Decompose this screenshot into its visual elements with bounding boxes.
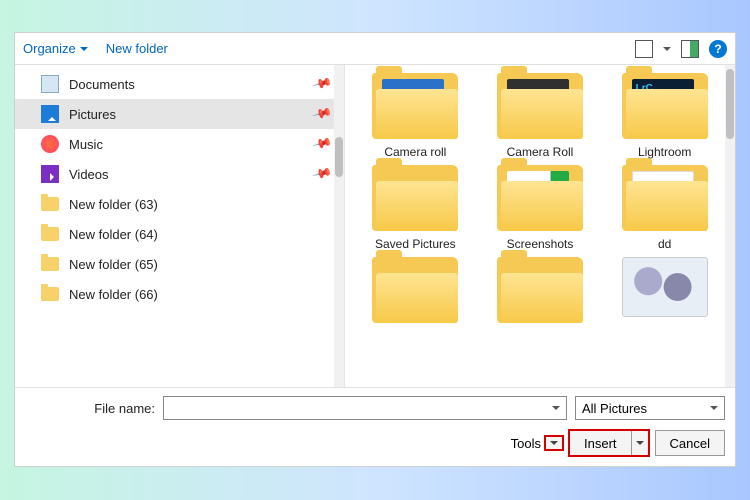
folder-item[interactable]: Lightroom [608,73,721,159]
folder-icon [41,227,59,241]
folder-icon [41,287,59,301]
folder-icon [41,257,59,271]
view-mode-button[interactable] [635,40,653,58]
folder-icon [372,257,458,323]
nav-item[interactable]: New folder (65) [15,249,344,279]
nav-item-label: Videos [69,167,109,182]
dialog-footer: File name: All Pictures Tools Insert Can… [15,387,735,466]
nav-scrollbar[interactable] [334,65,344,387]
nav-item[interactable]: New folder (63) [15,189,344,219]
pin-icon: 📌 [311,103,333,125]
item-label: Lightroom [638,145,691,159]
preview-pane-button[interactable] [681,40,699,58]
chevron-down-icon [552,406,560,414]
nav-item[interactable]: Music 📌 [15,129,344,159]
pin-icon: 📌 [311,163,333,185]
folder-item[interactable] [359,257,472,329]
filename-label: File name: [25,401,155,416]
chevron-down-icon [710,406,718,414]
pin-icon: 📌 [311,133,333,155]
music-icon [41,135,59,153]
folder-icon [372,165,458,231]
navigation-pane: Documents 📌 Pictures 📌 Music 📌 Videos 📌 New fold… [15,65,345,387]
item-label: Camera roll [384,145,446,159]
item-label: Saved Pictures [375,237,456,251]
folder-item[interactable]: Camera Roll [484,73,597,159]
folder-icon [622,73,708,139]
nav-item-label: New folder (65) [69,257,158,272]
insert-split-button[interactable]: Insert [569,430,649,456]
organize-menu[interactable]: Organize [23,41,88,56]
image-item[interactable] [608,257,721,329]
folder-item[interactable]: Camera roll [359,73,472,159]
folder-view: Camera roll Camera Roll Lightroom Saved Pic… [345,65,735,387]
folder-icon [41,197,59,211]
nav-item[interactable]: Videos 📌 [15,159,344,189]
nav-item-label: Documents [69,77,135,92]
nav-item-label: Pictures [69,107,116,122]
help-button[interactable]: ? [709,40,727,58]
video-icon [41,165,59,183]
pic-icon [41,105,59,123]
doc-icon [41,75,59,93]
folder-item[interactable]: Saved Pictures [359,165,472,251]
nav-item[interactable]: New folder (64) [15,219,344,249]
cancel-button[interactable]: Cancel [655,430,725,456]
file-type-filter[interactable]: All Pictures [575,396,725,420]
nav-item-label: New folder (63) [69,197,158,212]
pin-icon: 📌 [311,73,333,95]
item-label: Camera Roll [507,145,574,159]
item-label: Screenshots [507,237,574,251]
tools-label: Tools [511,436,541,451]
folder-icon [497,73,583,139]
folder-icon [372,73,458,139]
file-open-dialog: Organize New folder ? Documents📌Pictures… [14,32,736,467]
folder-icon [497,165,583,231]
tools-dropdown[interactable] [545,436,563,450]
nav-item[interactable]: Documents 📌 [15,69,344,99]
folder-item[interactable]: Screenshots [484,165,597,251]
nav-item-label: Music [69,137,103,152]
folder-icon [622,165,708,231]
folder-item[interactable] [484,257,597,329]
toolbar: Organize New folder ? [15,33,735,65]
item-label: dd [658,237,671,251]
image-thumbnail [622,257,708,317]
chevron-down-icon [636,441,644,449]
nav-item-label: New folder (64) [69,227,158,242]
chevron-down-icon [550,441,558,449]
insert-button[interactable]: Insert [569,430,631,456]
nav-item[interactable]: Pictures 📌 [15,99,344,129]
folder-item[interactable]: dd [608,165,721,251]
filename-input[interactable] [163,396,567,420]
view-mode-dropdown[interactable] [663,47,671,55]
insert-dropdown[interactable] [631,430,649,456]
nav-item[interactable]: New folder (66) [15,279,344,309]
content-scrollbar[interactable] [725,65,735,387]
nav-item-label: New folder (66) [69,287,158,302]
new-folder-button[interactable]: New folder [106,41,168,56]
folder-icon [497,257,583,323]
